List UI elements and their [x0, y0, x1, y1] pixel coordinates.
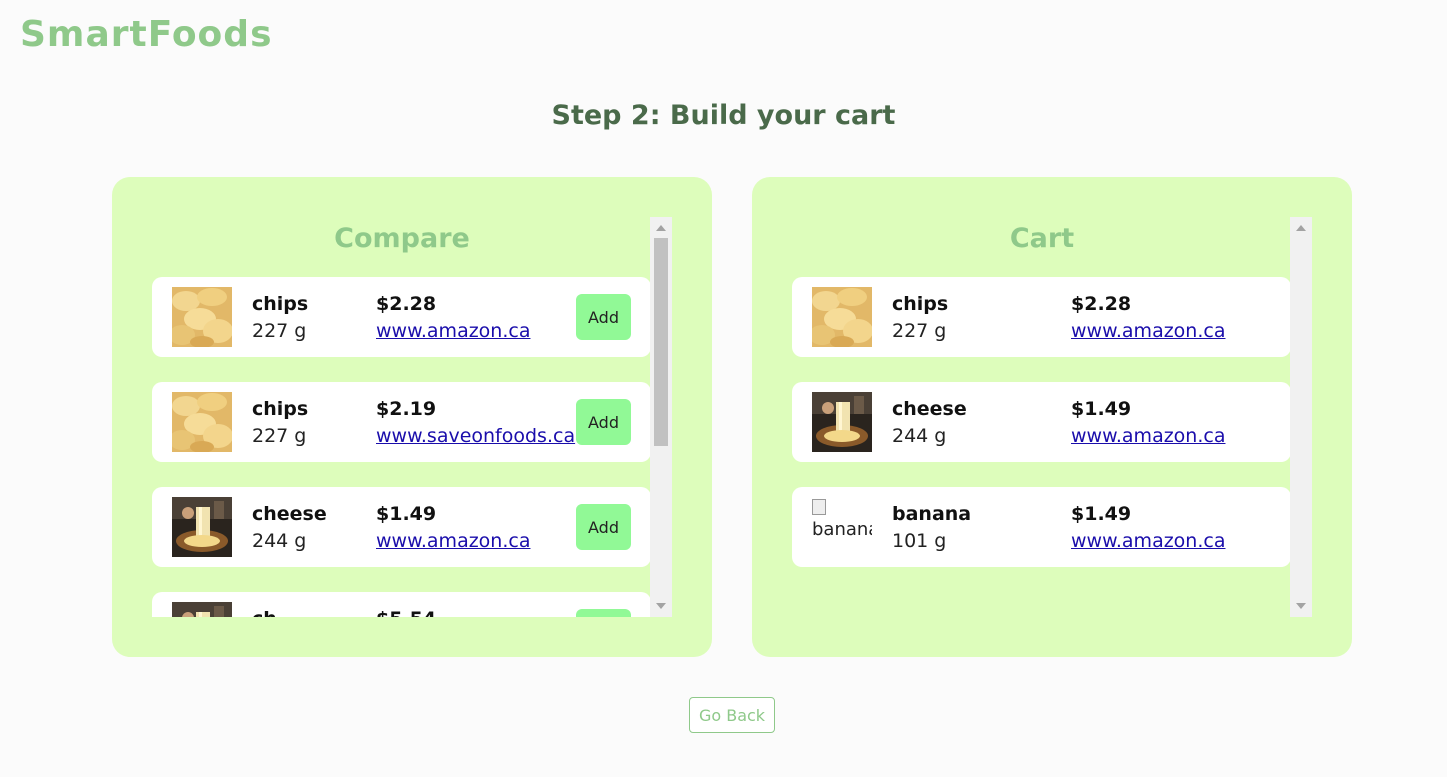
cart-scrollbar[interactable]	[1290, 217, 1312, 617]
product-weight: 244 g	[892, 425, 947, 447]
compare-item: ch $5.54 Add	[152, 592, 651, 617]
store-link[interactable]: www.amazon.ca	[1071, 320, 1225, 342]
logo: SmartFoods	[20, 14, 273, 55]
chips-image	[172, 392, 232, 452]
add-button[interactable]: Add	[576, 504, 631, 550]
cart-title: Cart	[1009, 223, 1075, 254]
product-price: $1.49	[1071, 398, 1132, 420]
compare-item: cheese 244 g $1.49 www.amazon.ca Add	[152, 487, 651, 567]
add-button[interactable]: Add	[576, 609, 631, 617]
product-price: $2.19	[376, 398, 437, 420]
store-link[interactable]: www.amazon.ca	[376, 320, 530, 342]
add-button[interactable]: Add	[576, 399, 631, 445]
cart-panel: Cart chips 227 g $2.28 www.amazon.ca che…	[752, 177, 1352, 657]
product-price: $2.28	[1071, 293, 1132, 315]
chips-image	[172, 287, 232, 347]
scroll-down-arrow-icon[interactable]	[1296, 603, 1306, 609]
page-title: Step 2: Build your cart	[551, 100, 896, 131]
compare-title: Compare	[334, 223, 470, 254]
cheese-image	[812, 392, 872, 452]
scroll-down-arrow-icon[interactable]	[656, 603, 666, 609]
go-back-button[interactable]: Go Back	[689, 697, 775, 733]
cart-scroll-area[interactable]: Cart chips 227 g $2.28 www.amazon.ca che…	[792, 217, 1312, 617]
compare-scrollbar[interactable]	[650, 217, 672, 617]
product-weight: 244 g	[252, 530, 307, 552]
scroll-up-arrow-icon[interactable]	[656, 225, 666, 231]
product-price: $1.49	[376, 503, 437, 525]
store-link[interactable]: www.saveonfoods.ca	[376, 425, 575, 447]
cheese-image	[172, 497, 232, 557]
product-name: chips	[252, 398, 309, 420]
product-name: cheese	[892, 398, 967, 420]
compare-item: chips 227 g $2.28 www.amazon.ca Add	[152, 277, 651, 357]
compare-panel: Compare chips 227 g $2.28 www.amazon.ca …	[112, 177, 712, 657]
cart-item: banana banana 101 g $1.49 www.amazon.ca	[792, 487, 1291, 567]
scrollbar-thumb[interactable]	[654, 238, 668, 446]
product-name: ch	[252, 608, 277, 617]
cart-item: cheese 244 g $1.49 www.amazon.ca	[792, 382, 1291, 462]
scroll-up-arrow-icon[interactable]	[1296, 225, 1306, 231]
cheese-image	[172, 602, 232, 617]
compare-item: chips 227 g $2.19 www.saveonfoods.ca Add	[152, 382, 651, 462]
product-weight: 101 g	[892, 530, 947, 552]
broken-image-glyph	[812, 499, 826, 515]
product-name: banana	[892, 503, 972, 525]
product-price: $2.28	[376, 293, 437, 315]
store-link[interactable]: www.amazon.ca	[1071, 530, 1225, 552]
product-weight: 227 g	[252, 425, 307, 447]
product-name: chips	[892, 293, 949, 315]
product-price: $1.49	[1071, 503, 1132, 525]
cart-item: chips 227 g $2.28 www.amazon.ca	[792, 277, 1291, 357]
image-alt-text: banana	[812, 519, 872, 540]
product-weight: 227 g	[252, 320, 307, 342]
store-link[interactable]: www.amazon.ca	[376, 530, 530, 552]
store-link[interactable]: www.amazon.ca	[1071, 425, 1225, 447]
broken-image-icon: banana	[812, 497, 872, 557]
product-weight: 227 g	[892, 320, 947, 342]
product-name: chips	[252, 293, 309, 315]
compare-scroll-area[interactable]: Compare chips 227 g $2.28 www.amazon.ca …	[152, 217, 672, 617]
chips-image	[812, 287, 872, 347]
product-price: $5.54	[376, 608, 436, 617]
add-button[interactable]: Add	[576, 294, 631, 340]
product-name: cheese	[252, 503, 327, 525]
